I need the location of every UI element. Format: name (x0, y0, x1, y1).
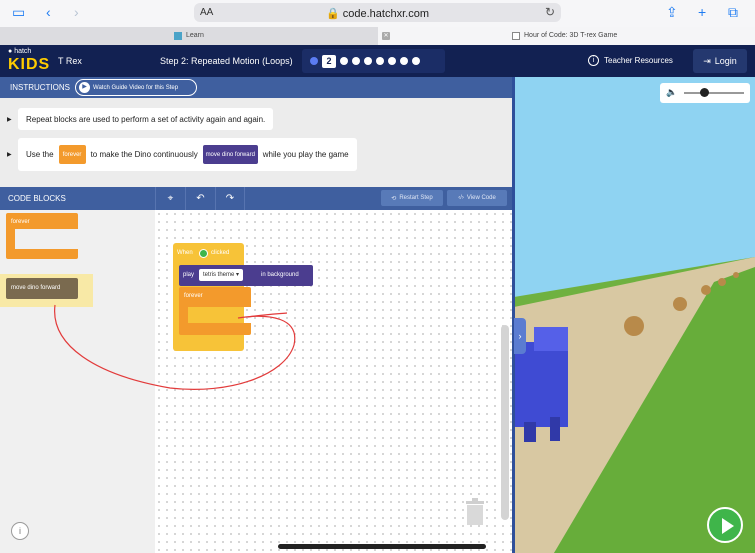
speaker-icon: 🔈 (666, 87, 678, 97)
back-arrow-icon[interactable]: ‹ (46, 4, 51, 20)
center-target-icon[interactable]: ⌖ (155, 187, 185, 210)
restart-icon: ⟲ (391, 195, 397, 202)
share-icon[interactable]: ⇪ (666, 4, 678, 21)
play-label: play (183, 272, 195, 278)
tab-learn-label: Learn (186, 32, 204, 39)
workspace-forever-block[interactable]: forever (179, 287, 251, 307)
tab-hour-of-code-label: Hour of Code: 3D T-rex Game (524, 32, 618, 39)
instruction-text: Use the (26, 150, 54, 159)
green-flag-icon (199, 249, 208, 258)
step-dot[interactable] (412, 57, 420, 65)
teacher-resources-link[interactable]: i Teacher Resources (588, 55, 673, 66)
workspace-scrollbar[interactable] (501, 325, 509, 520)
tab-learn[interactable]: Learn (0, 27, 378, 45)
palette-forever-arm[interactable] (6, 229, 15, 249)
play-game-button[interactable] (707, 507, 743, 543)
code-blocks-label: CODE BLOCKS (8, 194, 66, 203)
block-palette: forever move dino forward (0, 210, 155, 553)
teacher-resources-label: Teacher Resources (604, 56, 673, 65)
forever-label: forever (184, 293, 203, 299)
login-icon: ⇥ (703, 55, 711, 66)
restart-step-label: Restart Step (399, 195, 433, 201)
app-header: ● hatch KIDS T Rex Step 2: Repeated Moti… (0, 45, 755, 77)
restart-step-button[interactable]: ⟲ Restart Step (381, 190, 443, 206)
game-scene (514, 77, 755, 553)
workspace-forever-arm[interactable] (179, 307, 188, 323)
step-dot[interactable] (388, 57, 396, 65)
instruction-card-1: Repeat blocks are used to perform a set … (18, 108, 274, 130)
workspace-forever-foot[interactable] (179, 323, 251, 335)
clicked-label: clicked (211, 250, 230, 256)
learn-favicon-icon (174, 32, 182, 40)
url-text[interactable]: 🔒 code.hatchxr.com (194, 7, 561, 20)
game-3d-view[interactable] (514, 77, 755, 553)
info-icon: i (588, 55, 599, 66)
volume-slider-track[interactable] (684, 92, 744, 94)
move-dino-label: move dino forward (11, 285, 61, 291)
move-dino-block-chip: move dino forward (202, 145, 258, 164)
redo-icon[interactable]: ↷ (215, 187, 245, 210)
logo-kids-text[interactable]: KIDS (8, 56, 50, 74)
step-dot[interactable] (400, 57, 408, 65)
step-progress: 2 (302, 49, 445, 73)
when-label: When (177, 250, 193, 256)
tabs-overview-icon[interactable]: ⧉ (728, 4, 738, 21)
in-background-label: in background (261, 272, 299, 278)
browser-toolbar: ▭ ‹ › AA 🔒 code.hatchxr.com ↻ ⇪ + ⧉ (0, 0, 755, 27)
volume-slider-knob[interactable] (700, 88, 709, 97)
undo-icon[interactable]: ↶ (185, 187, 215, 210)
bullet-arrow-icon: ▶ (7, 152, 12, 158)
play-icon: ▶ (79, 82, 90, 93)
instruction-text: to make the Dino continuously (90, 150, 198, 159)
instructions-label: INSTRUCTIONS (10, 83, 70, 92)
step-dot-current[interactable]: 2 (322, 54, 336, 68)
palette-forever-block[interactable]: forever (6, 213, 78, 229)
guide-button-label: Watch Guide Video for this Step (93, 84, 179, 91)
home-indicator (278, 544, 486, 549)
view-code-label: View Code (466, 195, 496, 201)
project-name: T Rex (58, 56, 82, 66)
view-code-button[interactable]: ‹/› View Code (447, 190, 507, 206)
palette-forever-foot[interactable] (6, 249, 78, 259)
forever-block-chip: forever (58, 145, 86, 164)
forward-arrow-icon[interactable]: › (74, 4, 79, 20)
panel-divider[interactable] (512, 77, 515, 553)
instructions-bar: INSTRUCTIONS ▶ Watch Guide Video for thi… (0, 77, 514, 98)
palette-move-dino-block[interactable]: move dino forward (6, 278, 78, 299)
reload-icon[interactable]: ↻ (545, 5, 555, 19)
login-label: Login (714, 56, 737, 66)
step-title: Step 2: Repeated Motion (Loops) (160, 56, 293, 66)
play-sound-block[interactable]: play tetris theme ▾ in background (179, 265, 313, 286)
code-blocks-toolbar: CODE BLOCKS ⌖ ↶ ↷ ⟲ Restart Step ‹/› Vie… (0, 187, 514, 210)
collapse-panel-chevron-icon[interactable]: › (514, 318, 526, 354)
new-tab-icon[interactable]: + (698, 4, 706, 20)
step-dot[interactable] (376, 57, 384, 65)
step-dot[interactable] (340, 57, 348, 65)
step-dot[interactable] (352, 57, 360, 65)
step-dot[interactable] (364, 57, 372, 65)
instruction-text: while you play the game (262, 150, 349, 159)
code-brackets-icon: ‹/› (458, 195, 464, 201)
watch-guide-video-button[interactable]: ▶ Watch Guide Video for this Step (75, 79, 197, 96)
code-workspace[interactable]: When clicked play tetris theme ▾ in back… (155, 210, 514, 553)
instruction-line-1: Repeat blocks are used to perform a set … (26, 114, 266, 124)
sidebar-icon[interactable]: ▭ (12, 4, 25, 21)
tab-hour-of-code[interactable]: ✕ Hour of Code: 3D T-rex Game (378, 27, 755, 45)
address-bar[interactable]: AA 🔒 code.hatchxr.com ↻ (194, 3, 561, 22)
trash-icon[interactable] (464, 498, 486, 526)
close-tab-icon[interactable]: ✕ (382, 32, 390, 40)
info-button[interactable]: i (11, 522, 29, 540)
forever-label: forever (11, 219, 30, 225)
instruction-card-2: Use the forever to make the Dino continu… (18, 138, 357, 171)
volume-control[interactable]: 🔈 (660, 83, 750, 103)
bullet-arrow-icon: ▶ (7, 117, 12, 123)
tab-bar: Learn ✕ Hour of Code: 3D T-rex Game (0, 27, 755, 45)
logo-hatch-text: ● hatch (8, 48, 32, 55)
sound-value: tetris theme (203, 272, 235, 278)
instructions-panel: ▶ Repeat blocks are used to perform a se… (0, 98, 514, 187)
sound-dropdown[interactable]: tetris theme ▾ (199, 269, 244, 281)
hatch-favicon-icon (512, 32, 520, 40)
step-dot[interactable] (310, 57, 318, 65)
login-button[interactable]: ⇥ Login (693, 49, 747, 73)
